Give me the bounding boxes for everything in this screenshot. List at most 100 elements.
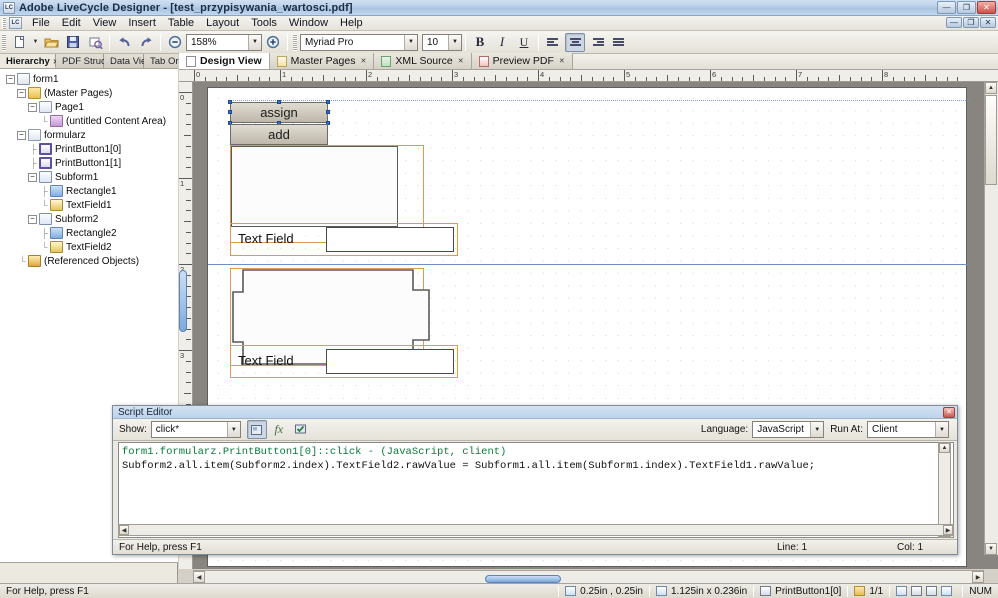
show-event-dropdown-icon[interactable]: ▼ — [226, 422, 240, 437]
menu-layout[interactable]: Layout — [200, 16, 245, 30]
open-folder-icon[interactable] — [41, 33, 61, 52]
tree-node-referenced-objects[interactable]: └ (Referenced Objects) — [0, 254, 178, 268]
tab-master-pages[interactable]: Master Pages ✕ — [269, 53, 375, 69]
tree-node-form1[interactable]: − form1 — [0, 72, 178, 86]
tree-node-rectangle1[interactable]: ├ Rectangle1 — [0, 184, 178, 198]
scroll-down-icon[interactable]: ▼ — [985, 543, 997, 555]
tab-xml-source-close-icon[interactable]: ✕ — [458, 57, 464, 65]
scroll-up-icon[interactable]: ▲ — [985, 82, 997, 94]
bold-button[interactable]: B — [470, 33, 490, 52]
scroll-left-icon[interactable]: ◀ — [193, 571, 205, 583]
italic-button[interactable]: I — [492, 33, 512, 52]
font-size-dropdown-icon[interactable]: ▼ — [448, 34, 461, 50]
page-icon[interactable] — [911, 586, 923, 596]
undo-icon[interactable] — [114, 33, 134, 52]
code-scroll-left-icon[interactable]: ◀ — [119, 525, 129, 535]
tree-node-page1[interactable]: − Page1 — [0, 100, 178, 114]
close-button[interactable]: ✕ — [977, 1, 996, 14]
statusbar-view-icons[interactable] — [890, 585, 962, 598]
canvas-horizontal-scrollbar[interactable]: ◀ ▶ — [193, 570, 984, 584]
tab-pdf-structure[interactable]: PDF Structure — [56, 54, 122, 68]
runat-combo[interactable]: Client ▼ — [867, 421, 949, 438]
fx-icon[interactable]: fx — [269, 420, 289, 439]
tree-node-subform2[interactable]: − Subform2 — [0, 212, 178, 226]
selection-handle-tr[interactable] — [326, 100, 330, 104]
tree-node-master-pages[interactable]: − (Master Pages) — [0, 86, 178, 100]
expander-subform1[interactable]: − — [28, 172, 37, 182]
tab-design-view[interactable]: Design View — [179, 53, 270, 69]
tree-node-printbutton1-1[interactable]: ├ PrintButton1[1] — [0, 156, 178, 170]
canvas-button-assign[interactable]: assign — [230, 102, 328, 123]
tab-tab-order[interactable]: Tab Order — [144, 54, 192, 68]
expander-subform2[interactable]: − — [28, 214, 37, 224]
print-preview-icon[interactable] — [85, 33, 105, 52]
zoom-in-icon[interactable] — [263, 33, 283, 52]
canvas-vscroll-thumb[interactable] — [985, 95, 997, 185]
tree-node-textfield1[interactable]: └ TextField1 — [0, 198, 178, 212]
menu-window[interactable]: Window — [283, 16, 334, 30]
doc-close-button[interactable]: ✕ — [980, 17, 996, 28]
canvas-button-add[interactable]: add — [230, 124, 328, 145]
font-name-dropdown-icon[interactable]: ▼ — [404, 34, 417, 50]
new-document-icon[interactable] — [10, 33, 30, 52]
menu-insert[interactable]: Insert — [122, 16, 162, 30]
zoom-icon[interactable] — [941, 586, 953, 596]
canvas-rectangle1[interactable] — [231, 146, 398, 227]
menu-table[interactable]: Table — [162, 16, 200, 30]
align-left-icon[interactable] — [543, 33, 563, 52]
page-position-thumb[interactable] — [485, 575, 561, 583]
preview-icon[interactable] — [896, 586, 908, 596]
new-document-dropdown-icon[interactable]: ▼ — [31, 39, 40, 45]
selection-handle-ml[interactable] — [228, 110, 232, 114]
page-vertical-position-thumb[interactable] — [179, 270, 187, 332]
language-combo[interactable]: JavaScript ▼ — [752, 421, 825, 438]
save-disk-icon[interactable] — [63, 33, 83, 52]
horizontal-ruler[interactable]: 0 1 2 3 4 5 6 7 8 — [179, 70, 998, 82]
selection-handle-mr[interactable] — [326, 110, 330, 114]
toolbar-grip-2[interactable] — [293, 33, 297, 51]
toolbar-grip-1[interactable] — [2, 33, 6, 51]
tab-preview-pdf-close-icon[interactable]: ✕ — [559, 57, 565, 65]
script-editor-close-button[interactable]: ✕ — [943, 407, 955, 418]
tree-node-subform1[interactable]: − Subform1 — [0, 170, 178, 184]
tab-data-view[interactable]: Data View — [104, 54, 153, 68]
zoom-dropdown-icon[interactable]: ▼ — [248, 34, 261, 50]
font-name-combo[interactable]: Myriad Pro ▼ — [300, 33, 418, 51]
tab-master-pages-close-icon[interactable]: ✕ — [360, 57, 366, 65]
tree-node-textfield2[interactable]: └ TextField2 — [0, 240, 178, 254]
tree-node-formularz[interactable]: − formularz — [0, 128, 178, 142]
selection-handle-tc[interactable] — [277, 100, 281, 104]
tree-node-content-area[interactable]: └ (untitled Content Area) — [0, 114, 178, 128]
script-code-horizontal-scrollbar[interactable]: ◀ ▶ — [118, 524, 954, 536]
code-scroll-up-icon[interactable]: ▲ — [939, 443, 950, 453]
script-editor-panel[interactable]: Script Editor ✕ Show: click* ▼ fx Langua… — [112, 405, 958, 555]
font-size-combo[interactable]: 10 ▼ — [422, 33, 462, 51]
menu-view[interactable]: View — [87, 16, 123, 30]
tab-xml-source[interactable]: XML Source ✕ — [374, 53, 472, 69]
expander-form1[interactable]: − — [6, 74, 15, 84]
spread-icon[interactable] — [926, 586, 938, 596]
menu-help[interactable]: Help — [334, 16, 369, 30]
check-syntax-icon[interactable] — [291, 420, 311, 439]
canvas-vertical-scrollbar[interactable]: ▲ ▼ — [984, 82, 998, 555]
menu-grip[interactable] — [2, 17, 6, 29]
tree-node-printbutton1-0[interactable]: ├ PrintButton1[0] — [0, 142, 178, 156]
restore-button[interactable]: ❐ — [957, 1, 976, 14]
tree-node-rectangle2[interactable]: ├ Rectangle2 — [0, 226, 178, 240]
show-event-combo[interactable]: click* ▼ — [150, 421, 241, 438]
code-scroll-right-icon[interactable]: ▶ — [943, 525, 953, 535]
language-dropdown-icon[interactable]: ▼ — [810, 422, 824, 437]
align-justify-icon[interactable] — [609, 33, 629, 52]
document-control-icon[interactable]: LC — [9, 17, 22, 29]
object-palette-icon[interactable] — [246, 420, 267, 439]
expander-master-pages[interactable]: − — [17, 88, 26, 98]
redo-icon[interactable] — [136, 33, 156, 52]
underline-button[interactable]: U — [514, 33, 534, 52]
runat-dropdown-icon[interactable]: ▼ — [935, 422, 948, 437]
menu-file[interactable]: File — [26, 16, 56, 30]
zoom-level-combo[interactable]: 158% ▼ — [186, 33, 262, 51]
selection-handle-tl[interactable] — [228, 100, 232, 104]
doc-restore-button[interactable]: ❐ — [963, 17, 979, 28]
minimize-button[interactable]: — — [937, 1, 956, 14]
scroll-right-icon[interactable]: ▶ — [972, 571, 984, 583]
